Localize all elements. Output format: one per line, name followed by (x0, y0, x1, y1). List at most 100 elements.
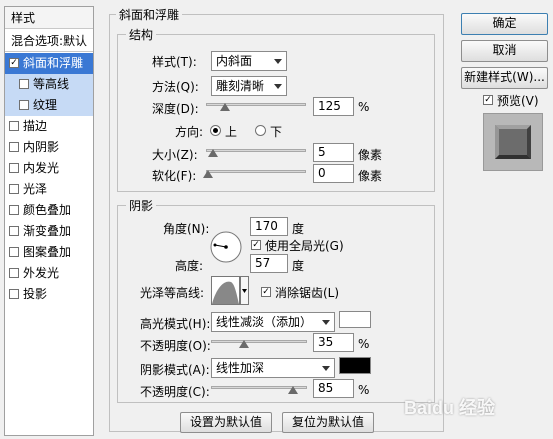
style-item-checkbox[interactable] (9, 120, 19, 131)
antialias-checkbox[interactable] (261, 286, 272, 297)
depth-label: 深度(D): (152, 102, 199, 116)
new-style-button[interactable]: 新建样式(W)... (461, 67, 548, 89)
highlight-opacity-label: 不透明度(O): (140, 339, 211, 353)
style-item-label: 投影 (23, 287, 48, 301)
style-item[interactable]: 内阴影 (5, 137, 93, 158)
style-item-label: 外发光 (23, 266, 60, 280)
shadow-opacity-unit: % (358, 383, 370, 397)
style-item-label: 描边 (23, 119, 48, 133)
chevron-down-icon (322, 366, 330, 371)
highlight-opacity-thumb[interactable] (239, 340, 249, 348)
highlight-opacity-unit: % (358, 337, 370, 351)
size-slider-thumb[interactable] (208, 149, 218, 157)
soften-slider-thumb[interactable] (203, 170, 213, 178)
global-light-label: 使用全局光(G) (265, 239, 344, 253)
size-input[interactable]: 5 (313, 143, 354, 162)
style-item-checkbox[interactable] (9, 225, 19, 236)
shadow-opacity-label: 不透明度(C): (140, 385, 210, 399)
size-slider[interactable] (206, 149, 306, 152)
style-item-label: 渐变叠加 (23, 224, 72, 238)
style-item-checkbox[interactable] (9, 204, 19, 215)
style-item-checkbox[interactable] (9, 288, 19, 299)
antialias-label: 消除锯齿(L) (275, 286, 340, 300)
style-item[interactable]: 斜面和浮雕 (5, 53, 93, 74)
style-item[interactable]: 颜色叠加 (5, 200, 93, 221)
highlight-mode-select[interactable]: 线性减淡（添加） (211, 312, 335, 332)
style-item[interactable]: 描边 (5, 116, 93, 137)
depth-slider-thumb[interactable] (220, 103, 230, 111)
blend-options-item[interactable]: 混合选项:默认 (5, 30, 93, 52)
style-item-label: 等高线 (33, 77, 70, 91)
gloss-contour-label: 光泽等高线: (140, 286, 205, 300)
reset-default-button[interactable]: 复位为默认值 (282, 412, 374, 433)
style-label: 样式(T): (152, 55, 197, 69)
style-item-label: 光泽 (23, 182, 48, 196)
style-item[interactable]: 外发光 (5, 263, 93, 284)
gloss-contour-picker[interactable] (211, 276, 249, 306)
angle-label: 角度(N): (163, 222, 210, 236)
shadow-opacity-input[interactable]: 85 (313, 379, 354, 398)
chevron-down-icon (274, 84, 282, 89)
style-item-label: 纹理 (33, 98, 58, 112)
style-item[interactable]: 光泽 (5, 179, 93, 200)
technique-select[interactable]: 雕刻清晰 (211, 76, 287, 96)
style-item-checkbox[interactable] (19, 78, 29, 89)
style-item[interactable]: 渐变叠加 (5, 221, 93, 242)
shadow-mode-value: 线性加深 (216, 361, 265, 375)
style-item-checkbox[interactable] (9, 141, 19, 152)
altitude-input[interactable]: 57 (250, 254, 288, 273)
depth-input[interactable]: 125 (313, 97, 354, 116)
global-light-checkbox[interactable] (251, 239, 262, 250)
style-item-label: 颜色叠加 (23, 203, 72, 217)
highlight-color-swatch[interactable] (339, 311, 371, 328)
highlight-opacity-input[interactable]: 35 (313, 333, 354, 352)
angle-input[interactable]: 170 (250, 217, 288, 236)
style-item-checkbox[interactable] (9, 267, 19, 278)
shadow-mode-select[interactable]: 线性加深 (211, 358, 335, 378)
shadow-opacity-thumb[interactable] (288, 386, 298, 394)
style-item[interactable]: 投影 (5, 284, 93, 305)
direction-up-radio[interactable] (210, 125, 221, 136)
style-item[interactable]: 图案叠加 (5, 242, 93, 263)
direction-up-label: 上 (225, 125, 238, 139)
angle-dial[interactable] (209, 230, 243, 264)
style-item[interactable]: 纹理 (5, 95, 93, 116)
style-item-label: 图案叠加 (23, 245, 72, 259)
shadow-mode-label: 阴影模式(A): (140, 363, 210, 377)
style-item-label: 内发光 (23, 161, 60, 175)
chevron-down-icon (322, 320, 330, 325)
preview-checkbox[interactable] (483, 94, 494, 105)
highlight-opacity-slider[interactable] (211, 340, 307, 343)
highlight-mode-value: 线性减淡（添加） (216, 315, 313, 329)
preview-label: 预览(V) (497, 94, 539, 108)
style-item-checkbox[interactable] (9, 57, 19, 68)
styles-header: 样式 (5, 7, 93, 29)
style-item-checkbox[interactable] (9, 246, 19, 257)
technique-label: 方法(Q): (152, 80, 199, 94)
ok-button[interactable]: 确定 (461, 13, 548, 35)
style-select[interactable]: 内斜面 (211, 51, 287, 71)
cancel-button[interactable]: 取消 (461, 40, 548, 62)
style-item[interactable]: 内发光 (5, 158, 93, 179)
watermark-text: Baidu 经验 (404, 398, 496, 418)
chevron-down-icon (274, 59, 282, 64)
technique-select-value: 雕刻清晰 (216, 79, 265, 93)
direction-down-label: 下 (270, 125, 283, 139)
style-item[interactable]: 等高线 (5, 74, 93, 95)
shadow-color-swatch[interactable] (339, 357, 371, 374)
style-item-label: 斜面和浮雕 (23, 56, 84, 70)
direction-label: 方向: (175, 125, 204, 139)
shading-title: 阴影 (126, 197, 157, 214)
depth-unit: % (358, 100, 370, 114)
soften-slider[interactable] (206, 170, 306, 173)
make-default-button[interactable]: 设置为默认值 (180, 412, 272, 433)
style-preview-thumbnail (483, 113, 543, 171)
altitude-label: 高度: (175, 259, 204, 273)
style-item-checkbox[interactable] (9, 162, 19, 173)
direction-down-radio[interactable] (255, 125, 266, 136)
style-item-checkbox[interactable] (9, 183, 19, 194)
soften-input[interactable]: 0 (313, 164, 354, 183)
style-item-label: 内阴影 (23, 140, 60, 154)
soften-label: 软化(F): (152, 169, 197, 183)
style-item-checkbox[interactable] (19, 99, 29, 110)
